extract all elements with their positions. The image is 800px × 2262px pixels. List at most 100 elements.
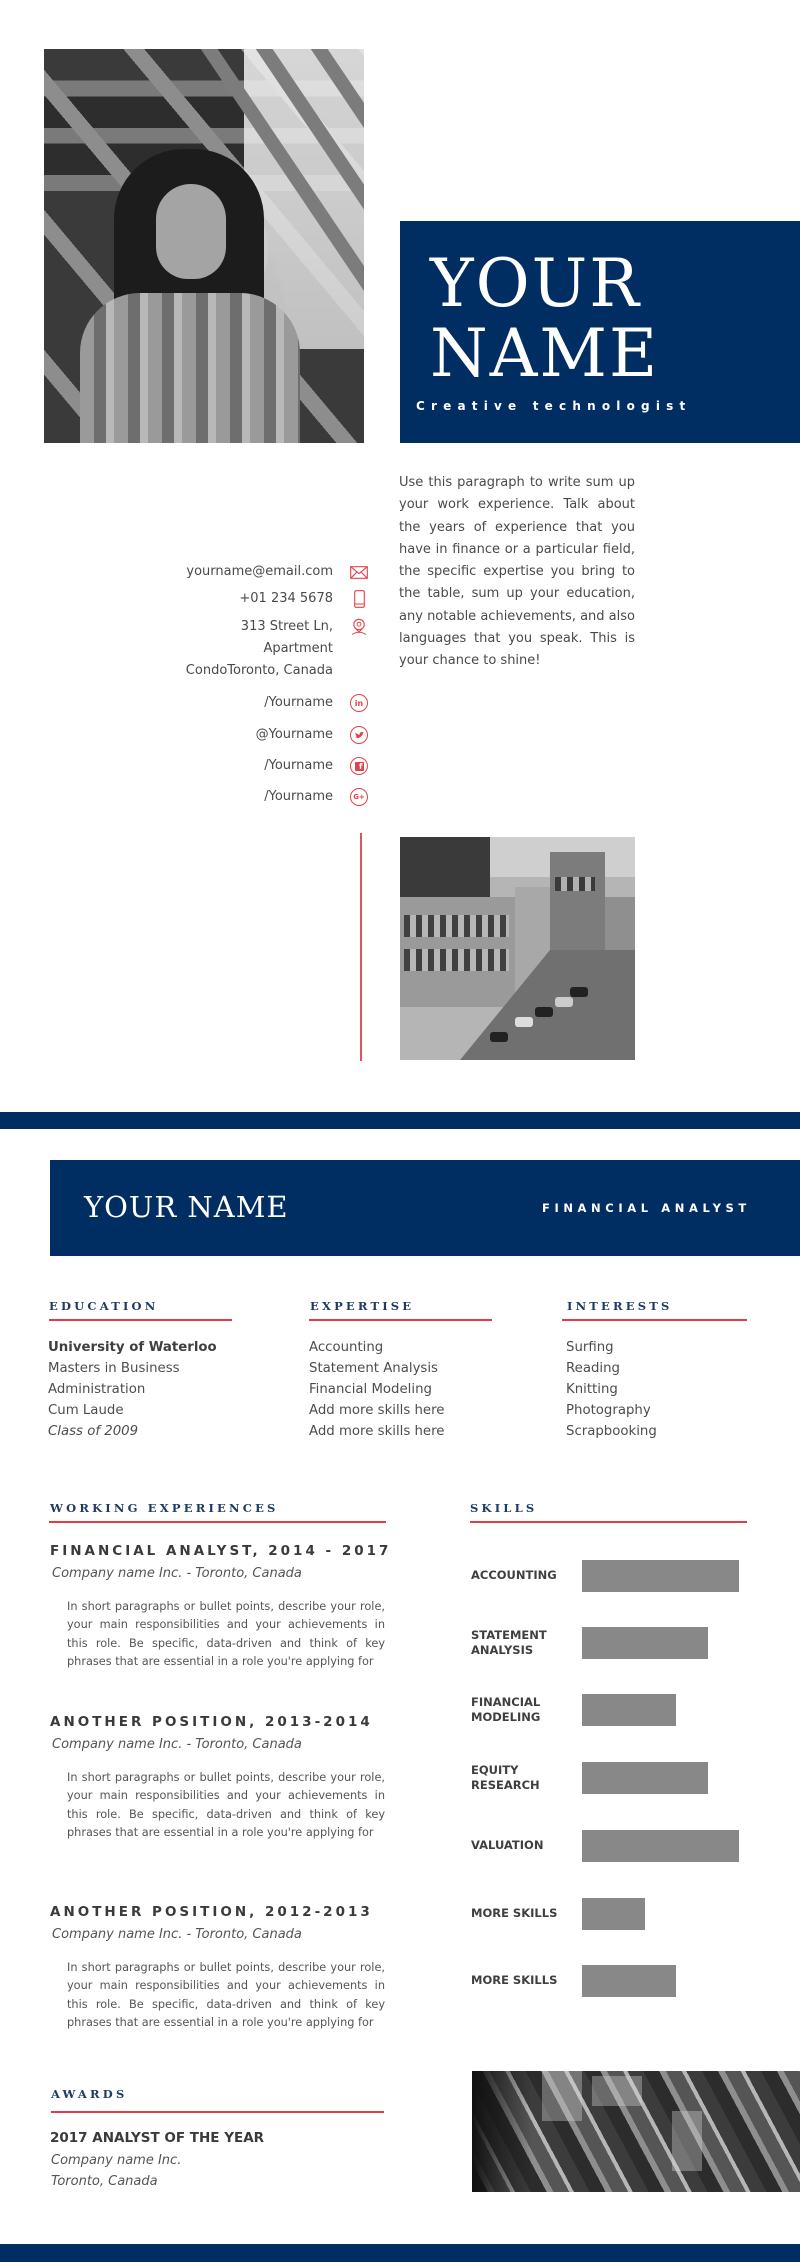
education-school: University of Waterloo [48,1340,217,1355]
page-divider-band [0,1112,800,1129]
expertise-item: Financial Modeling [309,1382,432,1397]
skill-label: EQUITY RESEARCH [471,1763,571,1793]
awards-rule [51,2111,384,2113]
skill-label-line2: RESEARCH [471,1778,540,1792]
interest-item: Reading [566,1361,620,1376]
job-company: Company name Inc. - Toronto, Canada [52,1566,302,1581]
skill-bar-fill [582,1830,739,1862]
resume-header: YOUR NAME FINANCIAL ANALYST [50,1160,800,1256]
interest-item: Photography [566,1403,651,1418]
hero-name-line1: YOUR [430,245,641,322]
skill-bar [582,1694,739,1726]
social-google-plus[interactable]: /Yourname [264,786,333,808]
skills-heading: SKILLS [470,1501,538,1515]
expertise-rule [309,1319,492,1321]
skill-bar [582,1898,739,1930]
phone-icon [349,589,369,609]
skill-bar [582,1627,739,1659]
skill-label-line2: ANALYSIS [471,1643,534,1657]
hero-name-line2: NAME [430,315,660,392]
job-company: Company name Inc. - Toronto, Canada [52,1737,302,1752]
skill-bar [582,1965,739,1997]
address-line1: 313 Street Ln, [240,619,333,634]
expertise-heading: EXPERTISE [310,1299,415,1313]
location-pin-icon [349,617,369,637]
education-degree-line1: Masters in Business [48,1361,180,1376]
hero-name: YOUR NAME [430,249,659,389]
job-description: In short paragraphs or bullet points, de… [67,1600,385,1668]
skill-bar-fill [582,1965,676,1997]
interests-rule [562,1319,747,1321]
skill-label: VALUATION [471,1838,571,1853]
education-rule [49,1319,232,1321]
skill-bar-fill [582,1898,645,1930]
skill-bar-fill [582,1694,676,1726]
job-title: ANOTHER POSITION, 2012-2013 [50,1904,373,1920]
hero-subtitle: Creative technologist [416,399,692,413]
footer-band [0,2244,800,2262]
google-plus-glyph: G+ [350,788,368,806]
resume-job-title: FINANCIAL ANALYST [542,1201,751,1215]
education-honors: Cum Laude [48,1403,124,1418]
resume-name: YOUR NAME [84,1190,289,1224]
expertise-item: Add more skills here [309,1424,445,1439]
profile-photo [44,49,364,443]
city-street-photo [400,837,635,1060]
expertise-item: Statement Analysis [309,1361,438,1376]
experience-heading: WORKING EXPERIENCES [50,1501,279,1515]
interests-heading: INTERESTS [567,1299,673,1313]
skill-label: MORE SKILLS [471,1973,571,1988]
skill-label-line1: MORE SKILLS [471,1973,558,1987]
social-twitter[interactable]: @Yourname [256,724,333,746]
address-line3: CondoToronto, Canada [185,663,333,678]
skill-label: MORE SKILLS [471,1906,571,1921]
social-linkedin[interactable]: /Yourname [264,692,333,714]
interest-item: Scrapbooking [566,1424,657,1439]
award-location: Toronto, Canada [51,2174,158,2189]
address-line2: Apartment [263,641,333,656]
job-company: Company name Inc. - Toronto, Canada [52,1927,302,1942]
expertise-list: Accounting Statement Analysis Financial … [309,1337,444,1442]
skill-label-line1: MORE SKILLS [471,1906,558,1920]
job-description: In short paragraphs or bullet points, de… [67,1771,385,1839]
skill-label-line1: STATEMENT [471,1628,547,1642]
contact-address: 313 Street Ln, Apartment CondoToronto, C… [186,616,333,682]
twitter-icon[interactable] [349,725,369,745]
skill-bar-fill [582,1627,708,1659]
skill-bar-fill [582,1560,739,1592]
expertise-item: Accounting [309,1340,384,1355]
skill-bar [582,1830,739,1862]
interest-item: Knitting [566,1382,618,1397]
skill-label-line1: EQUITY [471,1763,519,1777]
awards-heading: AWARDS [51,2087,128,2101]
google-plus-icon[interactable]: G+ [349,787,369,807]
award-company: Company name Inc. [51,2153,182,2168]
job-title: ANOTHER POSITION, 2013-2014 [50,1714,373,1730]
facebook-glyph: f [350,757,368,775]
education-details: University of Waterloo Masters in Busine… [48,1337,217,1442]
skill-label: STATEMENT ANALYSIS [471,1628,571,1658]
skill-label: FINANCIAL MODELING [471,1695,571,1725]
interest-item: Surfing [566,1340,614,1355]
education-degree-line2: Administration [48,1382,146,1397]
facebook-icon[interactable]: f [349,756,369,776]
interests-list: Surfing Reading Knitting Photography Scr… [566,1337,657,1442]
contact-email[interactable]: yourname@email.com [186,561,333,583]
social-facebook[interactable]: /Yourname [264,755,333,777]
job-title: FINANCIAL ANALYST, 2014 - 2017 [50,1543,392,1559]
skill-label: ACCOUNTING [471,1568,571,1583]
education-class: Class of 2009 [48,1424,139,1439]
linkedin-icon[interactable]: in [349,693,369,713]
decorative-divider [360,833,362,1061]
award-title: 2017 ANALYST OF THE YEAR [50,2130,265,2146]
skill-bar-fill [582,1762,708,1794]
aerial-city-photo [472,2071,800,2192]
skill-label-line1: ACCOUNTING [471,1568,557,1582]
skill-bar [582,1762,739,1794]
education-heading: EDUCATION [49,1299,159,1313]
skill-label-line2: MODELING [471,1710,541,1724]
contact-phone[interactable]: +01 234 5678 [239,588,333,610]
skill-bar [582,1560,739,1592]
envelope-icon [349,562,369,582]
skills-rule [470,1521,747,1523]
